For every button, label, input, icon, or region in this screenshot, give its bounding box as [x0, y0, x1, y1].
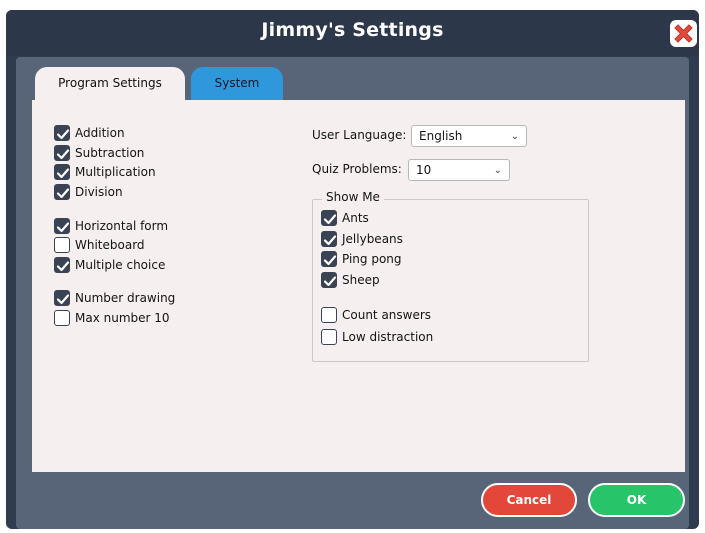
sheep-checkbox[interactable]: Sheep — [321, 271, 380, 289]
checkbox-label: Ping pong — [342, 252, 402, 266]
count-answers-checkbox[interactable]: Count answers — [321, 306, 431, 324]
program-settings-content: Addition Subtraction Multiplication Divi… — [32, 100, 685, 472]
close-button[interactable] — [670, 20, 697, 47]
checkbox-label: Ants — [342, 211, 369, 225]
checkbox-label: Whiteboard — [75, 238, 145, 252]
whiteboard-checkbox[interactable]: Whiteboard — [54, 236, 145, 254]
user-language-select[interactable]: English ⌄ — [411, 125, 527, 147]
checkbox-label: Low distraction — [342, 330, 434, 344]
checkbox-checked-icon — [321, 231, 337, 247]
checkbox-checked-icon — [54, 164, 70, 180]
checkbox-checked-icon — [54, 290, 70, 306]
title-bar: Jimmy's Settings — [6, 10, 699, 56]
addition-checkbox[interactable]: Addition — [54, 124, 125, 142]
checkbox-label: Multiplication — [75, 165, 156, 179]
checkbox-checked-icon — [54, 257, 70, 273]
window-title: Jimmy's Settings — [261, 19, 444, 41]
checkbox-unchecked-icon — [321, 329, 337, 345]
quiz-problems-value: 10 — [416, 163, 432, 177]
ants-checkbox[interactable]: Ants — [321, 209, 369, 227]
checkbox-label: Number drawing — [75, 291, 176, 305]
checkbox-checked-icon — [321, 210, 337, 226]
checkbox-label: Jellybeans — [342, 232, 403, 246]
checkbox-unchecked-icon — [321, 307, 337, 323]
checkbox-label: Count answers — [342, 308, 432, 322]
multiple-choice-checkbox[interactable]: Multiple choice — [54, 256, 165, 274]
checkbox-label: Multiple choice — [75, 258, 166, 272]
checkbox-label: Horizontal form — [75, 219, 169, 233]
tab-system[interactable]: System — [191, 67, 283, 100]
division-checkbox[interactable]: Division — [54, 183, 123, 201]
subtraction-checkbox[interactable]: Subtraction — [54, 144, 144, 162]
horizontal-form-checkbox[interactable]: Horizontal form — [54, 217, 168, 235]
show-me-legend: Show Me — [322, 190, 384, 204]
checkbox-label: Division — [75, 185, 123, 199]
checkbox-label: Max number 10 — [75, 311, 170, 325]
checkbox-label: Subtraction — [75, 146, 145, 160]
checkbox-label: Sheep — [342, 273, 380, 287]
chevron-down-icon: ⌄ — [493, 165, 502, 176]
checkbox-checked-icon — [321, 272, 337, 288]
close-x-icon — [674, 24, 693, 43]
checkbox-checked-icon — [54, 184, 70, 200]
checkbox-checked-icon — [321, 251, 337, 267]
checkbox-checked-icon — [54, 125, 70, 141]
number-drawing-checkbox[interactable]: Number drawing — [54, 289, 175, 307]
max-number-10-checkbox[interactable]: Max number 10 — [54, 309, 170, 327]
checkbox-checked-icon — [54, 145, 70, 161]
ok-button[interactable]: OK — [588, 483, 685, 517]
quiz-problems-label: Quiz Problems: — [312, 162, 402, 176]
cancel-button[interactable]: Cancel — [481, 483, 577, 517]
quiz-problems-select[interactable]: 10 ⌄ — [408, 159, 510, 181]
checkbox-unchecked-icon — [54, 237, 70, 253]
low-distraction-checkbox[interactable]: Low distraction — [321, 328, 433, 346]
settings-panel: Program Settings System Addition Subtrac… — [16, 57, 689, 529]
jellybeans-checkbox[interactable]: Jellybeans — [321, 230, 403, 248]
checkbox-label: Addition — [75, 126, 125, 140]
user-language-label: User Language: — [312, 128, 407, 142]
checkbox-unchecked-icon — [54, 310, 70, 326]
checkbox-checked-icon — [54, 218, 70, 234]
multiplication-checkbox[interactable]: Multiplication — [54, 163, 156, 181]
ping-pong-checkbox[interactable]: Ping pong — [321, 250, 402, 268]
settings-window: Jimmy's Settings Program Settings System… — [6, 10, 699, 529]
chevron-down-icon: ⌄ — [510, 131, 519, 142]
tab-program-settings[interactable]: Program Settings — [35, 67, 185, 103]
user-language-value: English — [419, 129, 463, 143]
